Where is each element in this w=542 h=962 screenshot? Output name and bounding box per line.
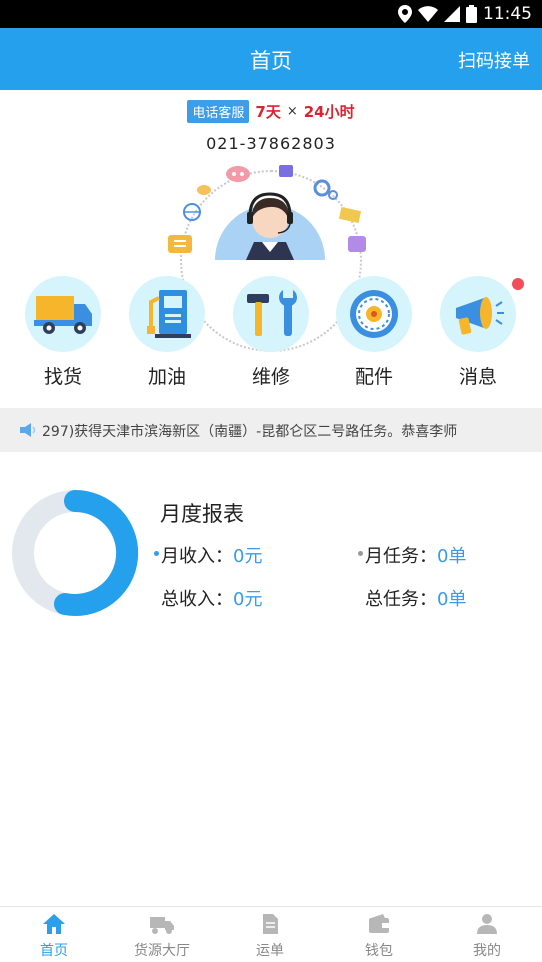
total-tasks-label: 总任务： — [365, 589, 437, 610]
location-icon — [398, 5, 412, 23]
signal-icon — [444, 6, 460, 22]
tab-label: 首页 — [40, 943, 68, 959]
grid-item-circle — [25, 276, 101, 352]
truck-icon — [150, 917, 174, 934]
tab-waybill[interactable]: 运单 — [230, 913, 310, 960]
bullet-dot — [154, 551, 159, 556]
globe-icon — [183, 203, 201, 221]
chat-bubble-icon — [197, 185, 211, 195]
month-income-value: 0元 — [233, 546, 263, 567]
tools-icon — [247, 290, 297, 336]
tab-label: 钱包 — [365, 943, 393, 959]
app-bar: 首页 扫码接单 — [0, 28, 542, 90]
unread-badge — [512, 278, 524, 290]
grid-item-circle — [440, 276, 516, 352]
grid-item-circle — [129, 276, 205, 352]
announcement-ticker[interactable]: 297)获得天津市滨海新区（南疆）-昆都仑区二号路任务。恭喜李师 — [0, 408, 542, 452]
fuel-pump-icon — [147, 290, 191, 338]
wifi-icon — [418, 6, 438, 22]
scan-order-button[interactable]: 扫码接单 — [458, 47, 530, 73]
notepad-icon — [168, 235, 192, 253]
envelope-icon — [338, 207, 362, 223]
bottom-tab-bar: 首页 货源大厅 运单 钱包 我的 — [0, 906, 542, 962]
bullet-dot — [358, 551, 363, 556]
home-icon — [43, 914, 65, 934]
grid-item-parts[interactable]: 配件 — [324, 276, 424, 389]
person-icon — [477, 914, 497, 934]
total-tasks: 总任务：0单 — [365, 585, 466, 611]
status-icons: 11:45 — [398, 4, 532, 24]
grid-item-circle — [233, 276, 309, 352]
grid-item-refuel[interactable]: 加油 — [117, 276, 217, 389]
battery-icon — [466, 5, 477, 23]
grid-item-label: 找货 — [43, 366, 82, 388]
speaker-icon — [20, 423, 36, 437]
status-time: 11:45 — [483, 4, 532, 24]
feature-grid: 找货 加油 维修 配件 消息 — [0, 270, 542, 405]
grid-item-messages[interactable]: 消息 — [428, 276, 528, 389]
tab-label: 运单 — [256, 943, 284, 959]
report-donut-chart — [12, 489, 139, 616]
customer-service-banner[interactable]: 电话客服 7天 × 24小时 021-37862803 — [0, 90, 542, 352]
report-title: 月度报表 — [160, 502, 244, 526]
tab-label: 货源大厅 — [134, 943, 190, 959]
status-bar: 11:45 — [0, 0, 542, 28]
grid-item-label: 消息 — [458, 366, 497, 388]
total-income-value: 0元 — [233, 589, 263, 610]
month-tasks-value: 0单 — [437, 546, 467, 567]
truck-icon — [34, 296, 92, 334]
phone-small-icon — [279, 165, 293, 177]
month-income-label: 月收入： — [161, 546, 233, 567]
tab-mine[interactable]: 我的 — [447, 913, 527, 960]
chat-icon — [226, 166, 250, 182]
gear-icon — [313, 179, 338, 200]
month-income: 月收入：0元 — [161, 542, 262, 568]
grid-item-label: 维修 — [251, 366, 290, 388]
tab-wallet[interactable]: 钱包 — [339, 913, 419, 960]
wallet-icon — [369, 914, 389, 933]
agent-avatar-icon — [215, 192, 325, 260]
grid-item-find-cargo[interactable]: 找货 — [13, 276, 113, 389]
monthly-report[interactable]: 月度报表 月收入：0元 月任务：0单 总收入：0元 总任务：0单 — [0, 470, 542, 640]
grid-item-circle — [336, 276, 412, 352]
wheel-icon — [350, 290, 398, 338]
total-income: 总收入：0元 — [161, 585, 262, 611]
tab-home[interactable]: 首页 — [14, 913, 94, 960]
tab-cargo-hall[interactable]: 货源大厅 — [122, 913, 202, 960]
grid-item-repair[interactable]: 维修 — [221, 276, 321, 389]
tab-label: 我的 — [473, 943, 501, 959]
ticker-text: 297)获得天津市滨海新区（南疆）-昆都仑区二号路任务。恭喜李师 — [42, 424, 458, 440]
document-icon — [263, 914, 278, 934]
grid-item-label: 加油 — [147, 366, 186, 388]
service-illustration — [168, 165, 366, 260]
total-tasks-value: 0单 — [437, 589, 467, 610]
grid-item-label: 配件 — [354, 366, 393, 388]
month-tasks-label: 月任务： — [365, 546, 437, 567]
megaphone-icon — [456, 297, 504, 335]
mobile-icon — [348, 236, 366, 252]
month-tasks: 月任务：0单 — [365, 542, 466, 568]
total-income-label: 总收入： — [161, 589, 233, 610]
